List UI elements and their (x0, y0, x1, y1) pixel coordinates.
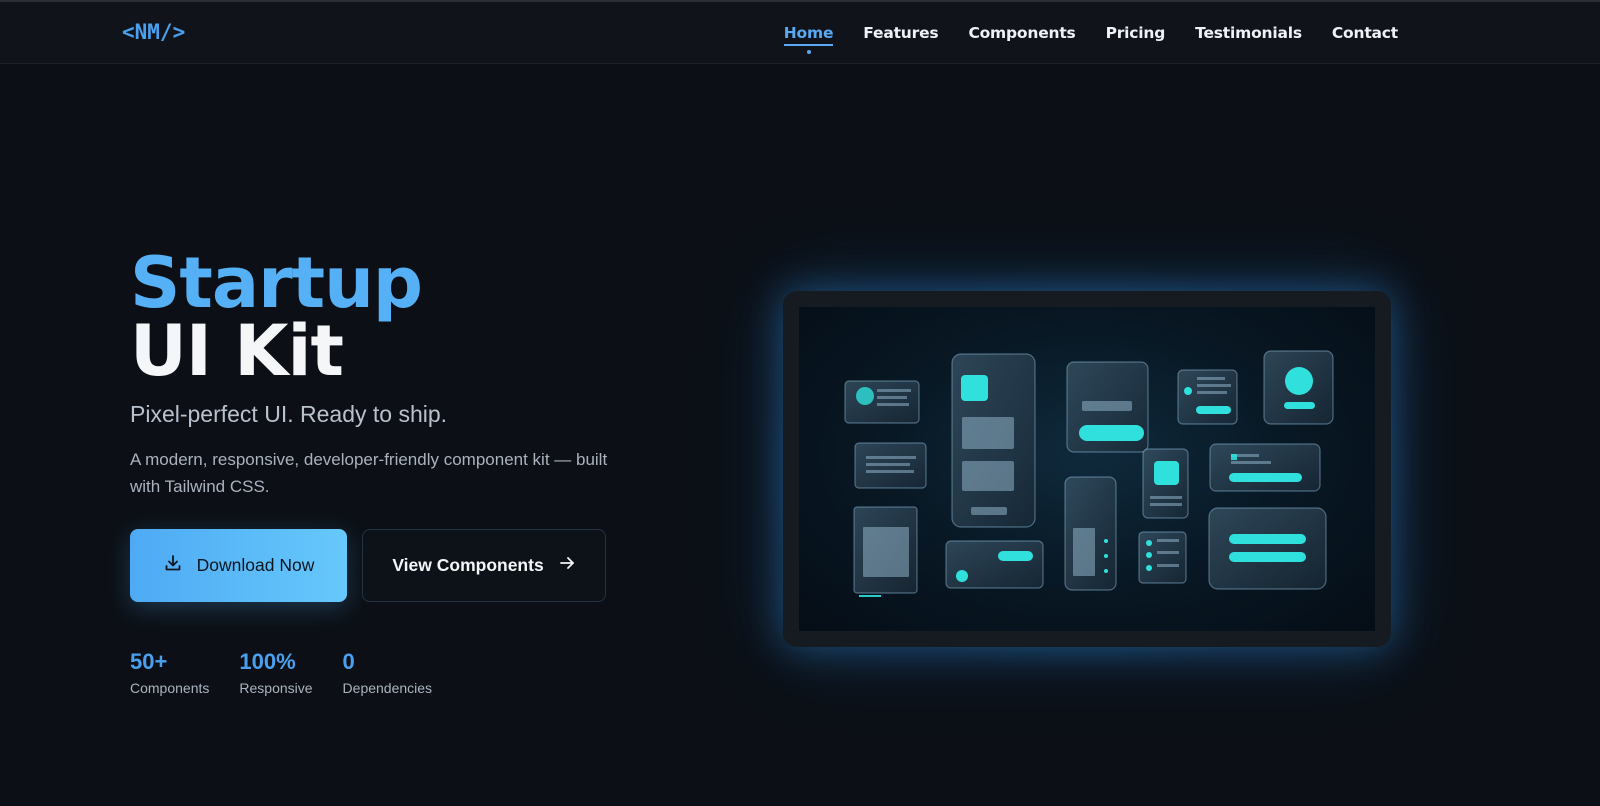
download-icon (163, 553, 183, 578)
stat-value: 50+ (130, 649, 168, 674)
hero-title-line1: Startup (130, 242, 423, 324)
stat-item: 100% Responsive (239, 648, 312, 696)
hero-description: A modern, responsive, developer-friendly… (130, 450, 608, 496)
stat-label: Dependencies (342, 680, 433, 696)
stat-value: 0 (342, 649, 355, 674)
nav-links: Home Features Components Pricing Testimo… (783, 24, 1398, 54)
hero-illustration (799, 307, 1375, 631)
view-components-button[interactable]: View Components (362, 529, 606, 602)
download-now-label: Download Now (196, 555, 315, 575)
view-components-label: View Components (392, 555, 544, 575)
hero-title-line2: UI Kit (130, 310, 344, 392)
stat-label: Responsive (239, 680, 313, 696)
nav-link-testimonials[interactable]: Testimonials (1195, 24, 1302, 42)
nav-link-features[interactable]: Features (863, 24, 938, 42)
stat-item: 0 Dependencies (343, 648, 433, 696)
arrow-right-icon (558, 554, 576, 577)
navbar: <NM/> Home Features Components Pricing T… (0, 2, 1600, 64)
nav-link-pricing[interactable]: Pricing (1106, 24, 1166, 42)
nav-link-components[interactable]: Components (968, 24, 1075, 42)
stat-value: 100% (239, 649, 296, 674)
logo[interactable]: <NM/> (122, 20, 185, 44)
nav-link-contact[interactable]: Contact (1332, 24, 1398, 42)
hero-subtitle: Pixel-perfect UI. Ready to ship. (130, 401, 448, 427)
download-now-button[interactable]: Download Now (130, 529, 347, 602)
stat-item: 50+ Components (130, 648, 209, 696)
ui-cards-illustration (844, 350, 1334, 597)
stat-label: Components (130, 680, 210, 696)
hero-stats: 50+ Components 100% Responsive 0 Depende… (130, 648, 432, 696)
nav-link-home[interactable]: Home (783, 24, 834, 54)
